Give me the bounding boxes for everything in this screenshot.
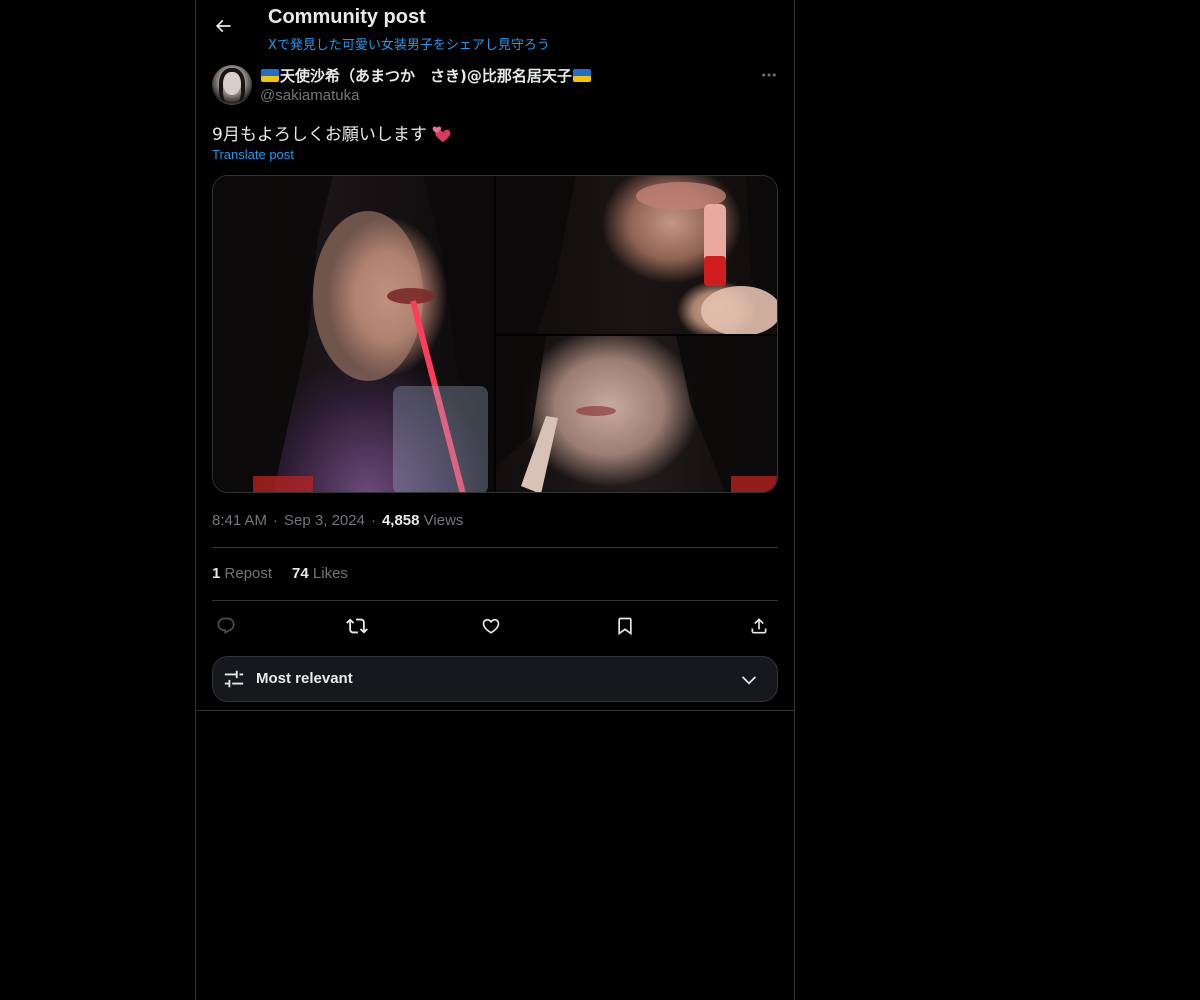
community-name-link[interactable]: Xで発見した可愛い女装男子をシェアし見守ろう [268, 34, 550, 53]
post-text: 9月もよろしくお願いします [212, 125, 427, 145]
bookmark-button[interactable] [611, 612, 639, 640]
meta-separator: · [273, 512, 279, 529]
post-column: Community post Xで発見した可愛い女装男子をシェアし見守ろう 天使… [195, 0, 795, 1000]
author-handle[interactable]: @sakiamatuka [260, 87, 359, 104]
sort-label: Most relevant [256, 670, 353, 687]
translate-post-link[interactable]: Translate post [212, 147, 294, 162]
reply-button[interactable] [212, 612, 240, 640]
share-icon [751, 618, 767, 634]
meta-separator: · [370, 512, 376, 529]
views-row: 4,858 Views [382, 512, 463, 529]
avatar[interactable] [212, 65, 252, 105]
likes-count: 74 [292, 565, 309, 582]
post-metadata: 8:41 AM · Sep 3, 2024 · 4,858 Views [212, 512, 463, 529]
ukraine-flag-icon [572, 69, 591, 82]
photo-2-detail [496, 176, 777, 334]
sort-replies-dropdown[interactable]: Most relevant [212, 656, 778, 702]
back-arrow-icon [215, 19, 231, 33]
divider [212, 547, 778, 548]
likes-stat[interactable]: 74 Likes [292, 565, 348, 582]
photo-3-detail [496, 336, 777, 492]
post-time[interactable]: 8:41 AM [212, 512, 267, 529]
author-display-name: 天使沙希（あまつか さき)@比那名居天子 [280, 67, 572, 85]
post-text-row: 9月もよろしくお願いします [212, 120, 452, 145]
avatar-hair [219, 68, 245, 102]
reply-icon [217, 617, 235, 635]
share-button[interactable] [745, 612, 773, 640]
reposts-count: 1 [212, 565, 221, 582]
like-button[interactable] [477, 612, 505, 640]
more-icon [762, 73, 776, 77]
views-label: Views [423, 512, 464, 529]
views-count: 4,858 [381, 512, 420, 529]
author-display-name-row[interactable]: 天使沙希（あまつか さき)@比那名居天子 [260, 65, 592, 86]
two-hearts-emoji [432, 126, 451, 143]
post-photo-3[interactable] [496, 336, 777, 492]
repost-icon [346, 618, 368, 634]
bookmark-icon [618, 617, 632, 636]
post-photo-2[interactable] [496, 176, 777, 334]
back-button[interactable] [206, 9, 240, 43]
divider [212, 600, 778, 601]
photo-1-detail [213, 176, 494, 492]
post-date[interactable]: Sep 3, 2024 [284, 512, 365, 529]
page-header: Community post Xで発見した可愛い女装男子をシェアし見守ろう [196, 0, 794, 56]
reposts-label: Repost [224, 565, 273, 582]
likes-label: Likes [312, 565, 348, 582]
chevron-down-icon [741, 676, 757, 685]
post-photo-1[interactable] [213, 176, 494, 492]
ukraine-flag-icon [261, 69, 279, 82]
page-title: Community post [268, 6, 426, 28]
action-bar [212, 612, 778, 640]
like-icon [482, 618, 500, 634]
reposts-stat[interactable]: 1 Repost [212, 565, 272, 582]
sliders-icon [224, 670, 244, 688]
more-button[interactable] [756, 64, 782, 86]
divider [196, 710, 794, 711]
engagement-stats: 1 Repost 74 Likes [212, 565, 348, 582]
repost-button[interactable] [343, 612, 371, 640]
media-grid [212, 175, 778, 493]
